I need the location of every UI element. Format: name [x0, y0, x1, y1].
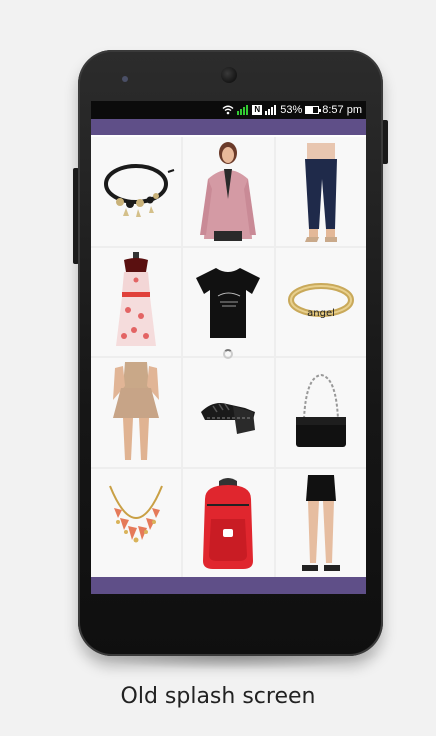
front-camera-icon [221, 67, 237, 83]
jeans-icon [304, 143, 337, 243]
phone-screen: N 53% 8:57 pm angel [91, 101, 366, 594]
product-tile[interactable] [183, 358, 274, 467]
app-footer-bar [91, 577, 366, 594]
clock: 8:57 pm [322, 104, 362, 116]
spinner-icon [223, 349, 233, 359]
necklace-icon [109, 485, 164, 543]
network-badge-icon: N [252, 105, 263, 115]
mini-skirt-icon [301, 474, 340, 571]
skirt-icon [113, 362, 160, 461]
product-tile[interactable] [275, 468, 366, 577]
sensor-icon [122, 76, 128, 82]
product-tile[interactable] [91, 468, 182, 577]
battery-percent: 53% [280, 104, 303, 116]
product-tile[interactable] [91, 358, 182, 467]
blazer-woman-icon [200, 142, 257, 242]
ring-engraving: angel [307, 308, 335, 319]
product-tile[interactable] [91, 247, 182, 356]
status-bar: N 53% 8:57 pm [91, 101, 366, 119]
app-header-bar [91, 119, 366, 135]
dress-mannequin-icon [116, 251, 157, 346]
product-tile[interactable] [183, 137, 274, 246]
backpack-icon [203, 477, 254, 569]
product-tile[interactable] [275, 137, 366, 246]
signal-icon [265, 105, 277, 115]
tshirt-icon [196, 267, 261, 338]
ring-icon: angel [287, 282, 354, 319]
product-tile[interactable] [91, 137, 182, 246]
product-tile[interactable] [183, 468, 274, 577]
wifi-icon [222, 105, 234, 115]
wedge-shoe-icon [201, 403, 256, 435]
bracelet-icon [104, 164, 175, 218]
product-tile[interactable] [183, 247, 274, 356]
caption: Old splash screen [120, 684, 316, 709]
signal-icon [237, 105, 249, 115]
product-tile[interactable] [275, 358, 366, 467]
handbag-icon [295, 374, 346, 448]
battery-icon [305, 106, 322, 114]
product-tile[interactable]: angel [275, 247, 366, 356]
